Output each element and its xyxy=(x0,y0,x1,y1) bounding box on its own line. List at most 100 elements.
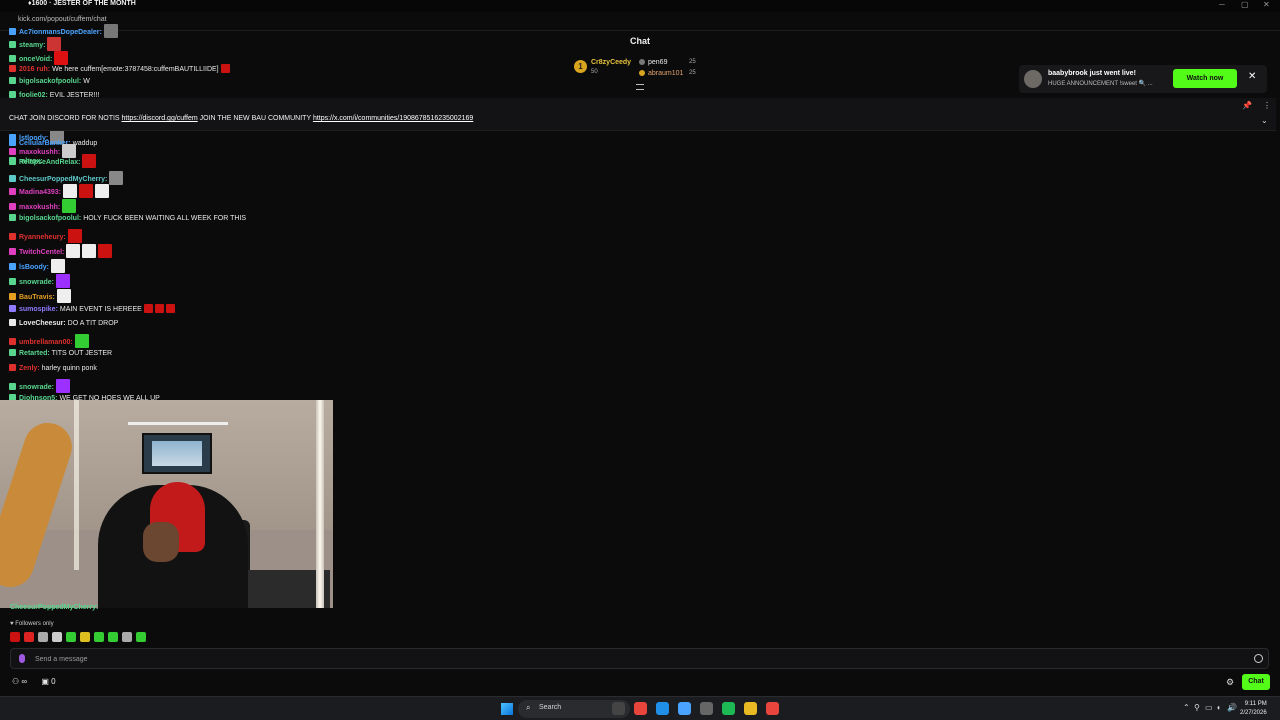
gift-icon[interactable]: ▣ 0 xyxy=(41,677,55,686)
chat-username[interactable]: onceVoid: xyxy=(19,56,52,63)
emote-icon[interactable] xyxy=(74,334,89,348)
emote-icon[interactable] xyxy=(80,632,90,642)
chat-username[interactable]: lsBoody: xyxy=(19,264,49,271)
windows-start-icon[interactable] xyxy=(501,703,513,715)
gear-icon[interactable]: ⚙ xyxy=(1226,677,1234,688)
emote-icon[interactable] xyxy=(165,304,175,313)
taskbar-app-icon[interactable] xyxy=(722,702,735,715)
watch-now-button[interactable]: Watch now xyxy=(1173,69,1237,88)
emote-icon[interactable] xyxy=(79,184,94,198)
chat-username[interactable]: snowrade: xyxy=(19,279,54,286)
emote-icon[interactable] xyxy=(143,304,153,313)
emote-icon[interactable] xyxy=(66,244,81,258)
emoji-icon[interactable] xyxy=(1254,654,1263,663)
chat-message: maxokushh: xyxy=(9,199,77,213)
chat-username[interactable]: umbrellaman00: xyxy=(19,339,73,346)
system-tray-icon[interactable]: ▭ xyxy=(1205,703,1213,712)
emote-icon[interactable] xyxy=(56,274,71,288)
taskbar-app-icon[interactable] xyxy=(612,702,625,715)
chat-username[interactable]: steamy: xyxy=(19,42,45,49)
emote-icon[interactable] xyxy=(24,632,34,642)
user-badge-icon xyxy=(9,364,16,371)
taskbar-app-icon[interactable] xyxy=(656,702,669,715)
emote-icon[interactable] xyxy=(82,154,97,168)
microphone-icon[interactable] xyxy=(19,654,25,663)
more-options-icon[interactable]: ⋮ xyxy=(1263,101,1271,110)
emote-icon[interactable] xyxy=(56,289,71,303)
emote-icon[interactable] xyxy=(220,64,230,73)
emote-icon[interactable] xyxy=(63,184,78,198)
community-link[interactable]: https://x.com/i/communities/190867851623… xyxy=(313,115,473,122)
chat-username[interactable]: Madina4393: xyxy=(19,189,61,196)
chat-username[interactable]: mhrox: xyxy=(19,158,43,165)
emote-icon[interactable] xyxy=(108,632,118,642)
user-badge-icon xyxy=(9,188,16,195)
tv-image xyxy=(142,433,212,474)
emote-icon[interactable] xyxy=(94,632,104,642)
emote-icon[interactable] xyxy=(54,51,69,65)
gift-count: 0 xyxy=(51,677,56,686)
system-clock[interactable]: 9:11 PM 2/27/2026 xyxy=(1240,700,1267,718)
emote-icon[interactable] xyxy=(67,229,82,243)
chat-username[interactable]: Zenly: xyxy=(19,365,40,372)
emote-icon[interactable] xyxy=(154,304,164,313)
maximize-icon[interactable]: ▢ xyxy=(1241,0,1249,9)
message-input-box xyxy=(10,648,1269,669)
chat-username[interactable]: BauTravis: xyxy=(19,294,55,301)
emote-icon[interactable] xyxy=(122,632,132,642)
emote-icon[interactable] xyxy=(136,632,146,642)
emote-icon[interactable] xyxy=(52,632,62,642)
close-icon[interactable]: ✕ xyxy=(1248,71,1256,82)
emote-icon[interactable] xyxy=(66,632,76,642)
emote-icon[interactable] xyxy=(62,199,77,213)
user-badge-icon xyxy=(9,305,16,312)
followers-icon[interactable]: ⚇ ∞ xyxy=(12,677,27,686)
system-tray-icon[interactable]: ⚲ xyxy=(1194,703,1200,712)
user-badge-icon xyxy=(9,41,16,48)
send-chat-button[interactable]: Chat xyxy=(1242,674,1270,690)
emote-icon[interactable] xyxy=(82,244,97,258)
expand-leaderboard-icon[interactable] xyxy=(636,84,644,90)
emote-icon[interactable] xyxy=(47,37,62,51)
emote-icon[interactable] xyxy=(38,632,48,642)
chat-username[interactable]: bigolsackofpoolul: xyxy=(19,215,81,222)
pin-icon[interactable]: 📌 xyxy=(1242,101,1252,110)
system-tray-icon[interactable]: 🔊 xyxy=(1227,703,1237,712)
close-window-icon[interactable]: ✕ xyxy=(1263,0,1270,9)
minimize-icon[interactable]: ─ xyxy=(1219,0,1225,9)
chat-username[interactable]: Ryanneheury: xyxy=(19,234,66,241)
emote-icon[interactable] xyxy=(56,379,71,393)
user-badge-icon xyxy=(9,319,16,326)
message-input[interactable] xyxy=(35,652,1235,666)
taskbar-app-icon[interactable] xyxy=(766,702,779,715)
chat-message-text: MAIN EVENT IS HEREEE xyxy=(59,306,142,313)
taskbar-app-icon[interactable] xyxy=(744,702,757,715)
webcam-video[interactable] xyxy=(0,400,333,608)
taskbar-app-icon[interactable] xyxy=(678,702,691,715)
chat-username[interactable]: CheesurPoppedMyCherry: xyxy=(10,604,98,611)
emote-icon[interactable] xyxy=(10,632,20,642)
chat-username[interactable]: TwitchCentel: xyxy=(19,249,64,256)
taskbar-app-icon[interactable] xyxy=(700,702,713,715)
chat-username[interactable]: snowrade: xyxy=(19,384,54,391)
system-tray-icon[interactable]: ⌃ xyxy=(1183,703,1190,712)
chat-username[interactable]: maxokushh: xyxy=(19,204,60,211)
chat-username[interactable]: Ac7ionmansDopeDealer: xyxy=(19,29,102,36)
chat-username[interactable]: 2016 ruh: xyxy=(19,66,50,73)
chat-message-text: waddup xyxy=(72,140,98,147)
chat-username[interactable]: CheesurPoppedMyCherry: xyxy=(19,176,107,183)
chat-username[interactable]: Retarted: xyxy=(19,350,50,357)
emote-icon[interactable] xyxy=(50,259,65,273)
chevron-down-icon[interactable]: ⌄ xyxy=(1261,116,1268,125)
chat-username[interactable]: sumospike: xyxy=(19,306,58,313)
emote-icon[interactable] xyxy=(95,184,110,198)
avatar xyxy=(1024,70,1042,88)
emote-icon[interactable] xyxy=(98,244,113,258)
emote-icon[interactable] xyxy=(103,24,118,38)
discord-link[interactable]: https://discord.gg/cuffem xyxy=(122,115,198,122)
chat-username[interactable]: LoveCheesur: xyxy=(19,320,66,327)
taskbar-app-icon[interactable] xyxy=(634,702,647,715)
emote-icon[interactable] xyxy=(109,171,124,185)
chat-username[interactable]: bigolsackofpoolul: xyxy=(19,78,81,85)
system-tray-icon[interactable]: ◖ xyxy=(1216,703,1221,712)
